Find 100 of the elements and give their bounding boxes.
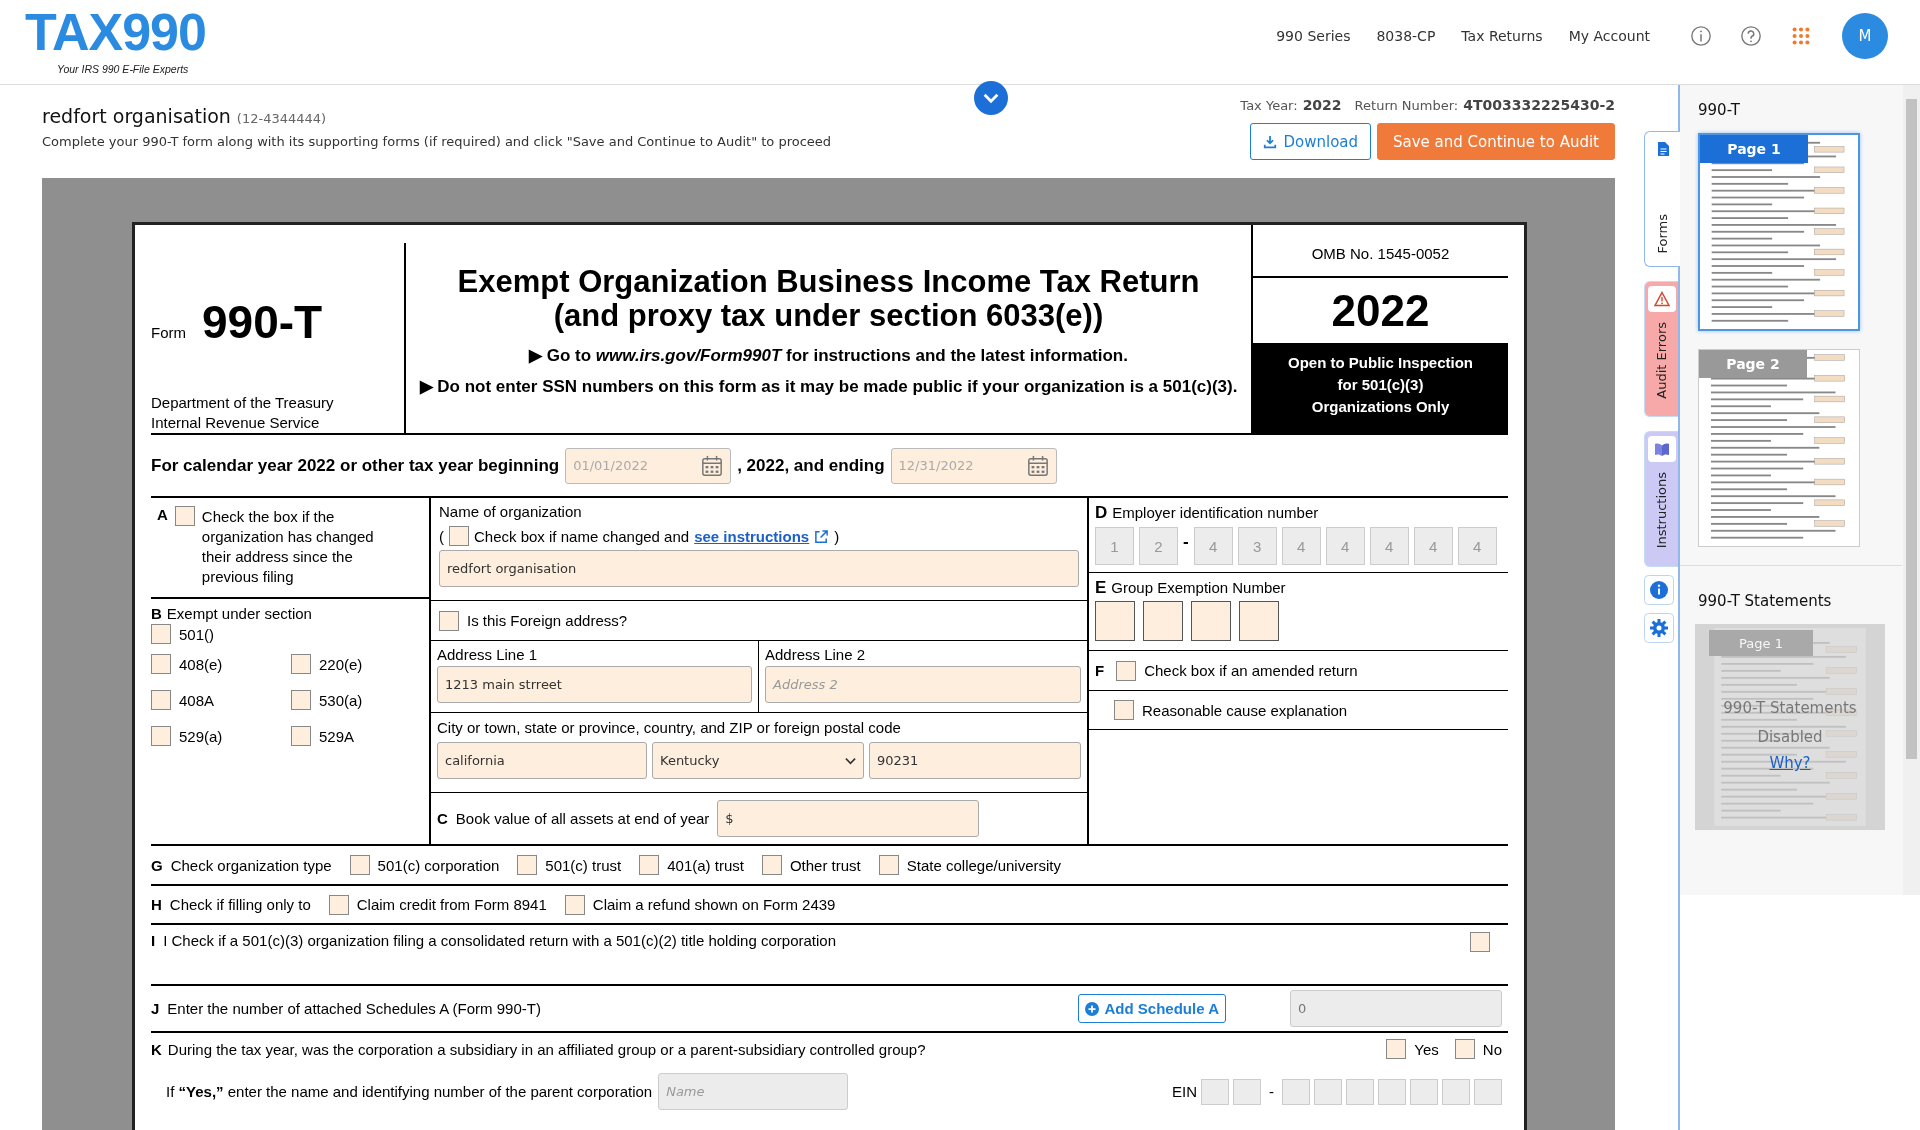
checkbox[interactable] bbox=[291, 654, 311, 674]
checkbox[interactable] bbox=[328, 894, 349, 915]
ein-digit-field[interactable] bbox=[1474, 1078, 1502, 1105]
side-tab[interactable]: Forms bbox=[1644, 131, 1680, 267]
external-link-icon[interactable] bbox=[814, 528, 830, 544]
option-label: State college/university bbox=[906, 856, 1061, 874]
collapse-toggle-icon[interactable] bbox=[974, 81, 1008, 115]
download-button[interactable]: Download bbox=[1250, 123, 1372, 160]
checkbox[interactable] bbox=[517, 855, 538, 875]
ein-digit-field[interactable] bbox=[1201, 1078, 1229, 1105]
warning-line: ▶ Do not enter SSN numbers on this form as it may be made public if your organization is a 501(c)(3). bbox=[418, 377, 1239, 396]
option-label: Other trust bbox=[789, 856, 861, 874]
section-letter: K bbox=[151, 1040, 162, 1058]
side-tab[interactable]: Audit Errors bbox=[1644, 281, 1678, 417]
instructions-link[interactable]: see instructions bbox=[694, 527, 810, 545]
ein-digit-field[interactable] bbox=[1410, 1078, 1438, 1105]
option-label: Reasonable cause explanation bbox=[1142, 701, 1348, 719]
why-link[interactable]: Why? bbox=[1769, 754, 1811, 772]
logo[interactable]: TAX990 bbox=[25, 2, 206, 62]
text-field[interactable]: 90231 bbox=[869, 742, 1081, 779]
option-label: 530(a) bbox=[319, 691, 363, 709]
checkbox[interactable] bbox=[1116, 660, 1137, 681]
ein-digit-field[interactable]: 4 bbox=[1193, 527, 1233, 565]
page-thumbnail[interactable]: Page 2 bbox=[1698, 349, 1860, 547]
text-field[interactable]: california bbox=[437, 742, 647, 779]
checkbox[interactable] bbox=[1386, 1039, 1407, 1059]
page-thumbnail[interactable]: Page 1 bbox=[1698, 133, 1860, 331]
ein-digit-field[interactable]: 4 bbox=[1325, 527, 1365, 565]
checkbox[interactable] bbox=[151, 690, 171, 710]
date-separator-text: , 2022, and ending bbox=[737, 455, 885, 476]
nav-link[interactable]: 8038-CP bbox=[1376, 28, 1436, 44]
help-icon[interactable] bbox=[1740, 25, 1762, 47]
checkbox[interactable] bbox=[174, 506, 195, 526]
nav-link[interactable]: My Account bbox=[1568, 28, 1650, 44]
checkbox[interactable] bbox=[291, 726, 311, 746]
checkbox[interactable] bbox=[439, 610, 459, 631]
save-button[interactable]: Save and Continue to Audit bbox=[1377, 123, 1615, 160]
ein-digit-field[interactable]: 4 bbox=[1369, 527, 1409, 565]
checkbox[interactable] bbox=[349, 855, 370, 875]
parenthesis: ) bbox=[834, 527, 840, 545]
scrollbar[interactable] bbox=[1903, 85, 1920, 895]
text-field[interactable] bbox=[1143, 601, 1183, 641]
chevron-down-icon bbox=[845, 756, 856, 765]
checkbox[interactable] bbox=[761, 855, 782, 875]
settings-icon[interactable] bbox=[1644, 613, 1674, 643]
checkbox[interactable] bbox=[1454, 1039, 1475, 1059]
option-label: 501(c) corporation bbox=[377, 856, 500, 874]
checkbox[interactable] bbox=[1470, 932, 1490, 952]
return-number: 4T003332225430-2 bbox=[1463, 97, 1615, 113]
info-icon[interactable] bbox=[1690, 25, 1712, 47]
checkbox[interactable] bbox=[449, 526, 469, 546]
text-field[interactable]: Address 2 bbox=[765, 666, 1081, 703]
ein-digit-field[interactable]: 4 bbox=[1281, 527, 1321, 565]
checkbox[interactable] bbox=[291, 690, 311, 710]
parenthesis: ( bbox=[439, 527, 444, 545]
nav-link[interactable]: 990 Series bbox=[1276, 28, 1351, 44]
tax-year: 2022 bbox=[1302, 97, 1342, 113]
ein-digit-field[interactable] bbox=[1233, 1078, 1261, 1105]
ein-digit-field[interactable] bbox=[1442, 1078, 1470, 1105]
text-field[interactable]: redfort organisation bbox=[439, 550, 1079, 587]
checkbox[interactable] bbox=[151, 726, 171, 746]
side-tab[interactable]: Instructions bbox=[1644, 431, 1678, 567]
checkbox[interactable] bbox=[639, 855, 660, 875]
text-field[interactable] bbox=[1191, 601, 1231, 641]
omb-number: OMB No. 1545-0052 bbox=[1253, 225, 1508, 278]
apps-icon[interactable] bbox=[1790, 25, 1812, 47]
state-dropdown[interactable]: Kentucky bbox=[652, 742, 864, 779]
option-label: Claim credit from Form 8941 bbox=[356, 896, 547, 913]
section-letter: I bbox=[151, 932, 156, 949]
ein-digit-field[interactable]: 4 bbox=[1457, 527, 1497, 565]
avatar[interactable]: M bbox=[1842, 13, 1888, 59]
ein-digit-field[interactable] bbox=[1378, 1078, 1406, 1105]
ein-digit-field[interactable]: 2 bbox=[1139, 527, 1178, 565]
ein-digit-field[interactable]: 1 bbox=[1095, 527, 1134, 565]
option-label: No bbox=[1482, 1040, 1502, 1058]
ein-label: EIN bbox=[1172, 1083, 1197, 1100]
section-label: Check organization type bbox=[170, 856, 332, 874]
checkbox[interactable] bbox=[151, 654, 171, 674]
text-field[interactable] bbox=[1239, 601, 1279, 641]
count-field[interactable]: 0 bbox=[1290, 990, 1502, 1027]
ein-digit-field[interactable] bbox=[1346, 1078, 1374, 1105]
ein-digit-field[interactable] bbox=[1282, 1078, 1310, 1105]
checkbox[interactable] bbox=[878, 855, 899, 875]
add-schedule-button[interactable]: Add Schedule A bbox=[1077, 994, 1226, 1023]
tax-year-label: For calendar year 2022 or other tax year beginning bbox=[151, 455, 560, 476]
amount-field[interactable]: $ bbox=[717, 800, 980, 837]
name-field[interactable]: Name bbox=[658, 1073, 849, 1110]
text-field[interactable]: 1213 main strreet bbox=[437, 666, 752, 703]
field-label: Name of organization bbox=[439, 503, 583, 522]
ein-digit-field[interactable] bbox=[1314, 1078, 1342, 1105]
checkbox[interactable] bbox=[564, 894, 585, 915]
tax-year-title: 2022 bbox=[1331, 285, 1430, 336]
text-field[interactable] bbox=[1095, 601, 1135, 641]
ein-digit-field[interactable]: 3 bbox=[1237, 527, 1277, 565]
checkbox[interactable] bbox=[1114, 700, 1134, 720]
form-label: Form bbox=[151, 324, 186, 341]
nav-link[interactable]: Tax Returns bbox=[1461, 28, 1543, 44]
option-label: Check box if an amended return bbox=[1144, 662, 1358, 679]
checkbox[interactable] bbox=[151, 624, 171, 644]
ein-digit-field[interactable]: 4 bbox=[1413, 527, 1453, 565]
